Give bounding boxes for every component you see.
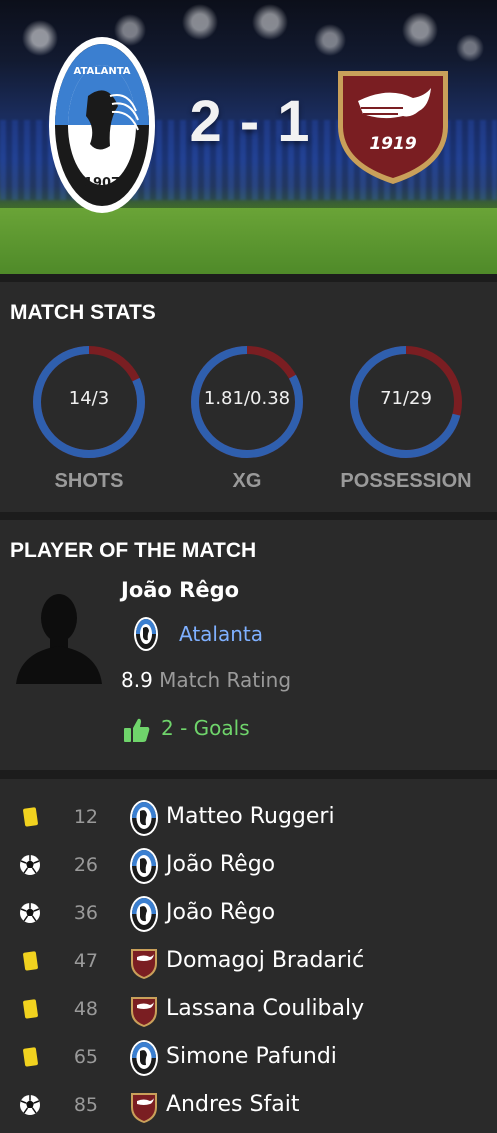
event-player-name[interactable]: Domagoj Bradarić bbox=[166, 948, 364, 973]
potm-team-link[interactable]: Atalanta bbox=[179, 622, 263, 646]
event-player-name[interactable]: Simone Pafundi bbox=[166, 1044, 337, 1069]
xg-value: 1.81/0.38 bbox=[203, 388, 291, 409]
event-row[interactable]: 85 Andres Sfait bbox=[0, 1082, 497, 1130]
event-row[interactable]: 65 Simone Pafundi bbox=[0, 1034, 497, 1082]
shots-value: 14/3 bbox=[68, 388, 110, 409]
potm-title: PLAYER OF THE MATCH bbox=[10, 539, 257, 562]
salernitana-badge-icon bbox=[129, 943, 159, 981]
soccer-ball-icon bbox=[19, 902, 41, 924]
possession-ring: 71/29 bbox=[346, 342, 466, 462]
shots-ring: 14/3 bbox=[29, 342, 149, 462]
player-avatar bbox=[16, 586, 102, 686]
event-minute: 26 bbox=[73, 854, 98, 876]
possession-value: 71/29 bbox=[380, 388, 432, 409]
event-minute: 65 bbox=[73, 1046, 98, 1068]
soccer-ball-icon bbox=[19, 1094, 41, 1116]
xg-label: XG bbox=[232, 470, 262, 492]
event-minute: 47 bbox=[73, 950, 98, 972]
away-logo-year: 1919 bbox=[369, 134, 417, 154]
event-player-name[interactable]: Andres Sfait bbox=[166, 1092, 299, 1117]
salernitana-badge-icon bbox=[129, 991, 159, 1029]
event-minute: 85 bbox=[73, 1094, 98, 1116]
stat-possession: 71/29 POSSESSION bbox=[340, 342, 472, 492]
atalanta-badge-icon bbox=[129, 895, 159, 933]
event-player-name[interactable]: João Rêgo bbox=[166, 900, 275, 925]
salernitana-badge-icon bbox=[129, 1087, 159, 1125]
event-row[interactable]: 47 Domagoj Bradarić bbox=[0, 938, 497, 986]
atalanta-badge-icon bbox=[129, 1039, 159, 1077]
event-player-name[interactable]: Lassana Coulibaly bbox=[166, 996, 364, 1021]
event-row[interactable]: 36 João Rêgo bbox=[0, 890, 497, 938]
event-minute: 48 bbox=[73, 998, 98, 1020]
yellow-card-icon bbox=[19, 1046, 41, 1068]
event-row[interactable]: 48 Lassana Coulibaly bbox=[0, 986, 497, 1034]
stat-shots: 14/3 SHOTS bbox=[29, 342, 149, 492]
home-logo-text: ATALANTA bbox=[73, 66, 131, 77]
stat-xg: 1.81/0.38 XG bbox=[187, 342, 307, 492]
away-team-logo: 1919 bbox=[333, 66, 453, 186]
home-team-logo: ATALANTA 1907 bbox=[48, 36, 156, 214]
event-minute: 36 bbox=[73, 902, 98, 924]
thumbs-up-icon bbox=[123, 716, 151, 744]
potm-rating-label: Match Rating bbox=[159, 668, 292, 692]
event-minute: 12 bbox=[73, 806, 98, 828]
event-player-name[interactable]: Matteo Ruggeri bbox=[166, 804, 335, 829]
event-row[interactable]: 12 Matteo Ruggeri bbox=[0, 794, 497, 842]
home-logo-year: 1907 bbox=[83, 176, 121, 191]
yellow-card-icon bbox=[19, 806, 41, 828]
soccer-ball-icon bbox=[19, 854, 41, 876]
yellow-card-icon bbox=[19, 950, 41, 972]
potm-highlight: 2 - Goals bbox=[161, 716, 250, 740]
potm-rating-value: 8.9 bbox=[121, 668, 153, 692]
score: 2 - 1 bbox=[189, 89, 311, 154]
shots-label: SHOTS bbox=[54, 470, 124, 492]
atalanta-badge-icon bbox=[129, 847, 159, 885]
xg-ring: 1.81/0.38 bbox=[187, 342, 307, 462]
possession-label: POSSESSION bbox=[340, 470, 472, 492]
potm-rating: 8.9 Match Rating bbox=[121, 668, 291, 692]
potm-team-badge bbox=[133, 616, 159, 652]
atalanta-badge-icon bbox=[129, 799, 159, 837]
match-header: ATALANTA 1907 2 - 1 1919 bbox=[0, 0, 497, 274]
potm-player-name[interactable]: João Rêgo bbox=[121, 578, 239, 602]
match-stats-title: MATCH STATS bbox=[10, 301, 156, 324]
yellow-card-icon bbox=[19, 998, 41, 1020]
pitch bbox=[0, 208, 497, 274]
event-row[interactable]: 26 João Rêgo bbox=[0, 842, 497, 890]
event-player-name[interactable]: João Rêgo bbox=[166, 852, 275, 877]
